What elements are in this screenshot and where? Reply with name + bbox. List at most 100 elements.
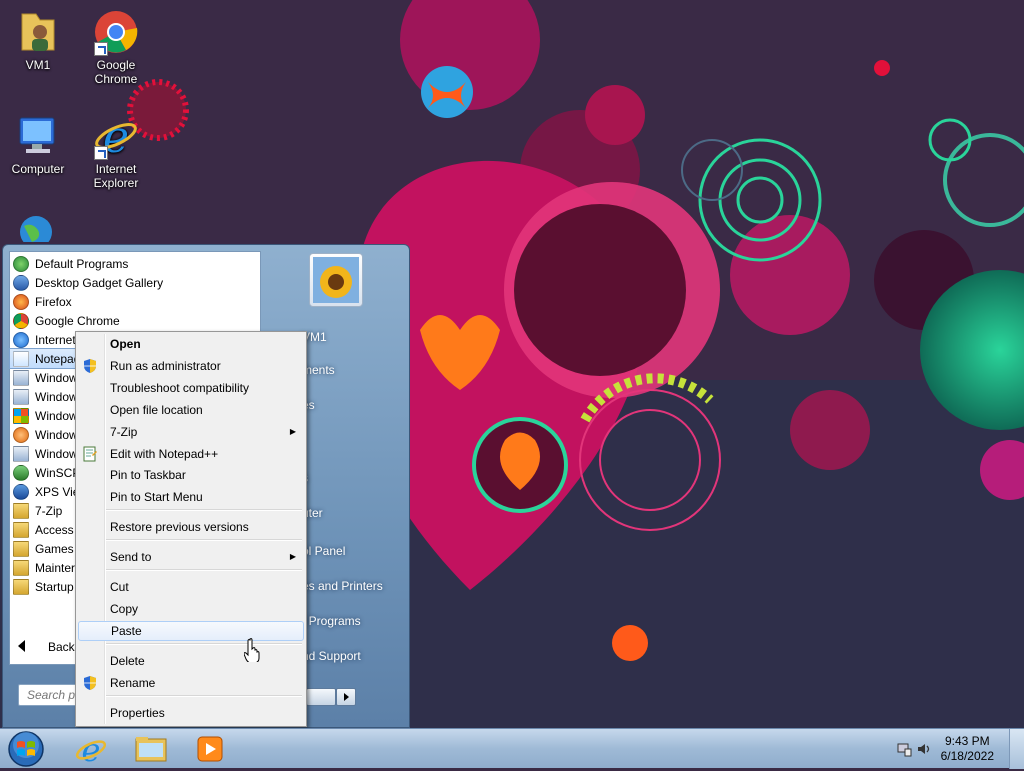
start-button[interactable] — [4, 730, 48, 768]
context-menu-label: Run as administrator — [110, 359, 221, 373]
chevron-right-icon — [344, 693, 349, 701]
media-player-icon — [13, 426, 29, 443]
context-menu-label: 7-Zip — [110, 425, 138, 439]
menu-separator — [106, 695, 302, 697]
sunflower-icon — [313, 257, 359, 303]
program-label: Firefox — [35, 294, 72, 309]
folder-icon — [13, 540, 29, 557]
program-label: Default Programs — [35, 256, 129, 271]
shutdown-options-button[interactable] — [336, 688, 356, 706]
context-menu-item-pin-to-start-menu[interactable]: Pin to Start Menu — [78, 487, 304, 507]
action-center-icon[interactable] — [896, 741, 912, 757]
internet-explorer-icon: e — [92, 112, 140, 163]
context-menu-item-open[interactable]: Open — [78, 334, 304, 354]
context-menu-label: Copy — [110, 602, 139, 616]
context-menu-item-open-file-location[interactable]: Open file location — [78, 400, 304, 420]
program-label: Notepad — [35, 351, 81, 366]
desktop-icon-vm1[interactable]: VM1 — [0, 8, 76, 72]
hand-pointer-cursor-icon — [243, 638, 262, 664]
notepad-plus-plus-icon — [82, 446, 98, 462]
context-menu-item-properties[interactable]: Properties — [78, 703, 304, 723]
clock-date: 6/18/2022 — [940, 749, 994, 763]
user-folder-icon — [14, 8, 62, 56]
context-menu-item-restore-previous-versions[interactable]: Restore previous versions — [78, 517, 304, 537]
shortcut-arrow-icon — [94, 146, 108, 160]
program-item[interactable]: Firefox — [10, 292, 256, 311]
volume-icon[interactable] — [916, 741, 932, 757]
program-label: Internet — [35, 332, 76, 347]
windows-update-icon — [13, 407, 29, 424]
shutdown-button[interactable] — [306, 688, 336, 706]
taskbar: e 9:43 PM 6/18/2022 — [0, 728, 1024, 769]
desktop-icon-google-chrome[interactable]: Google Chrome — [78, 8, 154, 86]
context-menu-item-edit-with-notepad[interactable]: Edit with Notepad++ — [78, 444, 304, 464]
uac-shield-icon — [82, 358, 98, 374]
internet-explorer-icon: e — [75, 731, 107, 769]
windows-orb-icon — [8, 731, 44, 767]
program-label: Mainter — [35, 560, 76, 575]
context-menu-item-send-to[interactable]: Send to ▶ — [78, 547, 304, 567]
program-label: Window — [35, 408, 78, 423]
context-menu-label: Send to — [110, 550, 152, 564]
program-item[interactable]: Default Programs — [10, 254, 256, 273]
taskbar-media-player[interactable] — [182, 731, 240, 767]
context-menu-item-delete[interactable]: Delete — [78, 651, 304, 671]
svg-text:e: e — [82, 731, 101, 767]
context-menu-item-troubleshoot-compatibility[interactable]: Troubleshoot compatibility — [78, 378, 304, 398]
program-label: WinSCP — [35, 465, 81, 480]
desktop-icon-computer[interactable]: Computer — [0, 112, 76, 176]
back-label: Back — [48, 640, 75, 654]
desktop-icon-internet-explorer[interactable]: e Internet Explorer — [78, 112, 154, 190]
folder-icon — [13, 521, 29, 538]
system-clock[interactable]: 9:43 PM 6/18/2022 — [941, 734, 994, 764]
context-menu-label: Pin to Taskbar — [110, 468, 186, 482]
media-player-icon — [197, 736, 223, 762]
window-icon — [13, 369, 29, 386]
winscp-icon — [13, 464, 29, 481]
desktop-icon-label: Google Chrome — [94, 58, 138, 86]
notepad-icon — [13, 350, 29, 367]
program-label: 7-Zip — [35, 503, 63, 518]
context-menu-label: Troubleshoot compatibility — [110, 381, 249, 395]
window-icon — [13, 445, 29, 462]
context-menu-item-copy[interactable]: Copy — [78, 599, 304, 619]
start-menu-link[interactable]: ol Panel — [302, 544, 345, 558]
start-menu-link[interactable]: t Programs — [302, 614, 361, 628]
taskbar-internet-explorer[interactable]: e — [62, 731, 120, 769]
context-menu-item-run-as-administrator[interactable]: Run as administrator — [78, 356, 304, 376]
internet-explorer-icon — [13, 331, 29, 348]
network-icon — [14, 212, 62, 242]
gadget-icon — [13, 274, 29, 291]
desktop-icon-label: Internet Explorer — [93, 162, 139, 190]
folder-icon — [13, 559, 29, 576]
folder-icon — [13, 578, 29, 595]
context-menu-item-pin-to-taskbar[interactable]: Pin to Taskbar — [78, 465, 304, 485]
context-menu-item-7-zip[interactable]: 7-Zip ▶ — [78, 422, 304, 442]
window-icon — [13, 388, 29, 405]
submenu-arrow-icon: ▶ — [289, 552, 296, 561]
program-label: Games — [35, 541, 74, 556]
taskbar-windows-explorer[interactable] — [122, 731, 180, 767]
context-menu-label: Paste — [111, 624, 142, 638]
folder-icon — [13, 502, 29, 519]
context-menu-item-rename[interactable]: Rename — [78, 673, 304, 693]
context-menu-label: Open — [110, 337, 141, 351]
program-label: Startup — [35, 579, 74, 594]
program-label: Access — [35, 522, 74, 537]
program-item[interactable]: Desktop Gadget Gallery — [10, 273, 256, 292]
desktop-icon-network[interactable] — [0, 212, 76, 242]
desktop-icon-label: Computer — [11, 162, 65, 176]
user-picture[interactable] — [309, 253, 363, 307]
context-menu-item-paste[interactable]: Paste — [78, 621, 304, 641]
context-menu-item-cut[interactable]: Cut — [78, 577, 304, 597]
program-label: Window — [35, 370, 78, 385]
start-menu-link[interactable]: es and Printers — [302, 579, 383, 593]
program-label: Window — [35, 389, 78, 404]
start-menu-link[interactable]: nd Support — [302, 649, 361, 663]
left-arrow-icon — [18, 640, 25, 652]
context-menu-label: Properties — [110, 706, 165, 720]
shortcut-arrow-icon — [94, 42, 108, 56]
program-item[interactable]: Google Chrome — [10, 311, 256, 330]
show-desktop-button[interactable] — [1009, 729, 1024, 769]
xps-viewer-icon — [13, 483, 29, 500]
